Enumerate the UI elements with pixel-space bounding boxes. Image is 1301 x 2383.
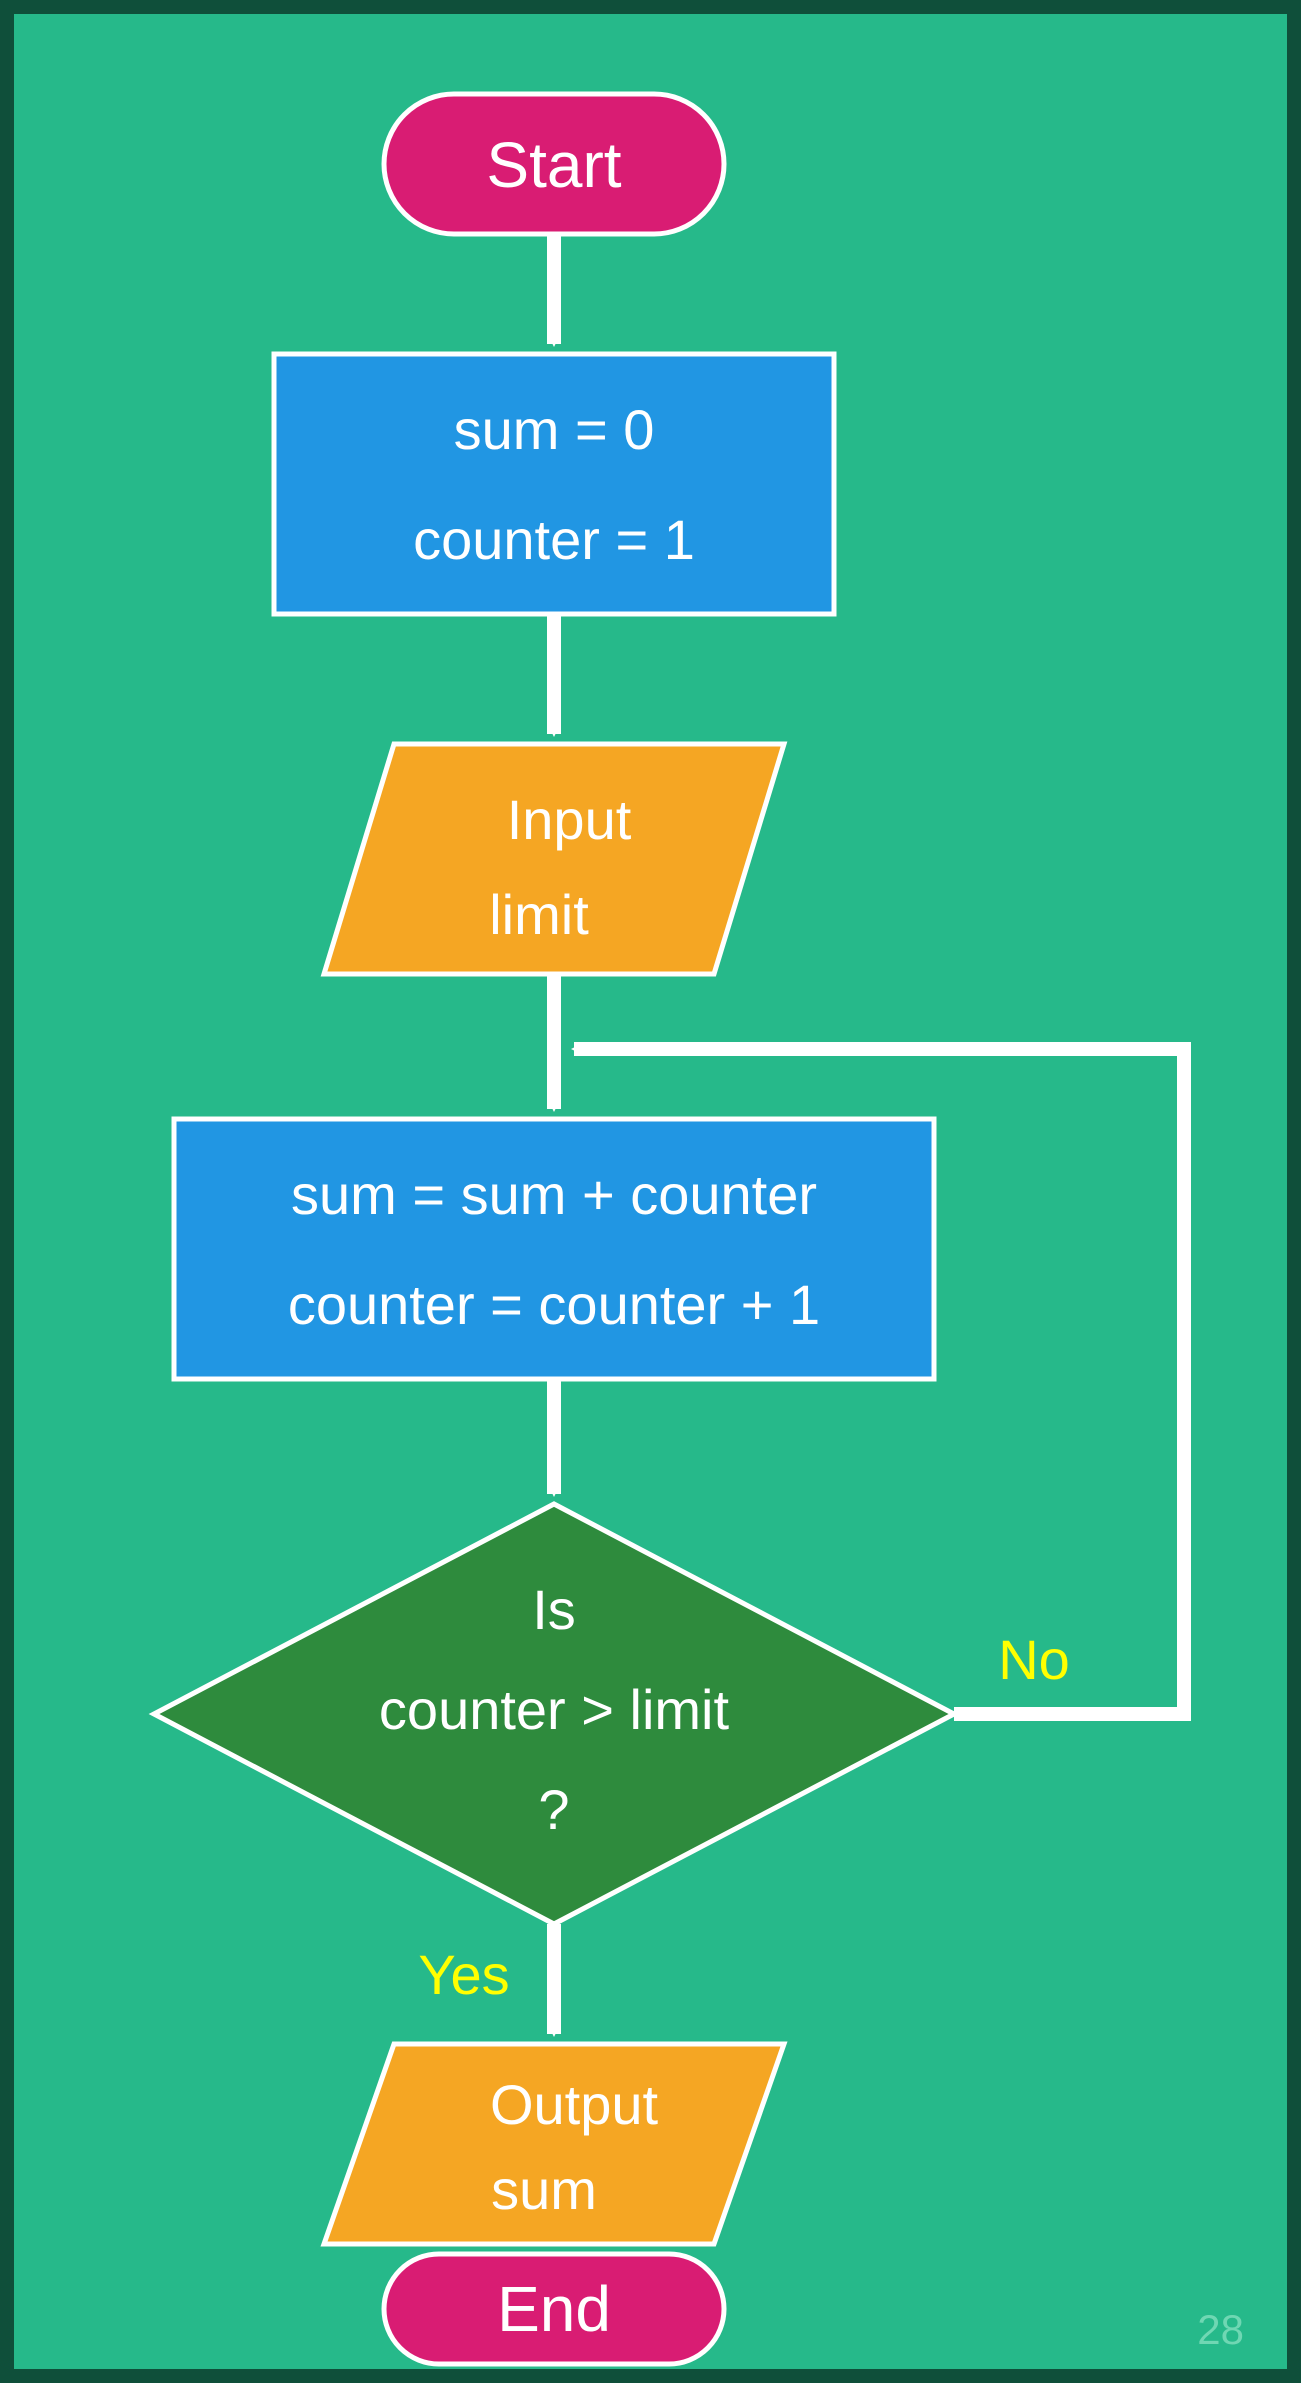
start-label: Start — [486, 129, 621, 201]
decision-line1: Is — [532, 1578, 576, 1641]
start-node: Start — [384, 94, 724, 234]
end-node: End — [384, 2254, 724, 2364]
init-line2: counter = 1 — [413, 508, 695, 571]
output-line2b: sum — [491, 2158, 597, 2221]
decision-node: Is counter > limit ? — [154, 1504, 954, 1924]
decision-line3: ? — [538, 1778, 569, 1841]
no-label: No — [998, 1628, 1070, 1691]
yes-label: Yes — [418, 1943, 509, 2006]
init-node: sum = 0 counter = 1 — [274, 354, 834, 614]
flowchart-canvas: Start sum = 0 counter = 1 Input limit su… — [0, 0, 1301, 2383]
process-line2: counter = counter + 1 — [288, 1273, 820, 1336]
process-line1: sum = sum + counter — [291, 1163, 817, 1226]
input-node: Input limit — [324, 744, 784, 974]
end-label: End — [497, 2273, 611, 2345]
output-line1b: Output — [490, 2073, 659, 2136]
init-line1: sum = 0 — [454, 398, 655, 461]
decision-line2: counter > limit — [379, 1678, 730, 1741]
input-line2: limit — [489, 883, 589, 946]
page-number: 28 — [1197, 2306, 1244, 2353]
input-line1: Input — [507, 788, 632, 851]
process-node: sum = sum + counter counter = counter + … — [174, 1119, 934, 1379]
